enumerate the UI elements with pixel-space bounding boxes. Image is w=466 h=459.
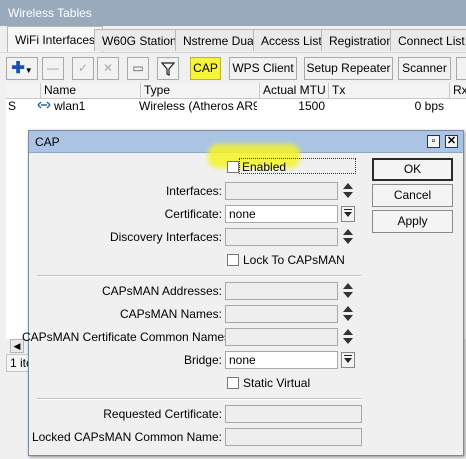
toolbar: ✚▼ — ✓ ✕ ▭ CAP WPS Client Setup Repeater… [0, 52, 466, 83]
capsman-addresses-updown-icon[interactable] [343, 282, 353, 300]
wps-client-button[interactable]: WPS Client [229, 57, 297, 80]
separator [37, 275, 361, 277]
capsman-names-field[interactable] [225, 305, 338, 323]
apply-button[interactable]: Apply [372, 210, 453, 233]
comment-button[interactable]: ▭ [127, 57, 149, 80]
add-button[interactable]: ✚▼ [6, 57, 38, 80]
capsman-names-updown-icon[interactable] [343, 305, 353, 323]
cancel-button[interactable]: Cancel [372, 184, 453, 207]
disable-button[interactable]: ✕ [97, 57, 119, 80]
column-header-rx[interactable]: Rx [449, 83, 466, 98]
static-virtual-checkbox[interactable] [227, 377, 239, 389]
column-header-tx[interactable]: Tx [328, 83, 449, 98]
window-title: Wireless Tables [0, 0, 466, 26]
tab-nstreme-dual[interactable]: Nstreme Dual [175, 29, 265, 51]
close-icon[interactable]: ✕ [445, 135, 458, 148]
column-header-type[interactable]: Type [140, 83, 259, 98]
tab-bar: WiFi Interfaces W60G Station Nstreme Dua… [0, 26, 466, 52]
row-tx: 0 bps [414, 99, 444, 113]
more-button[interactable] [456, 57, 466, 80]
row-actual-mtu: 1500 [298, 99, 325, 113]
capsman-names-label: CAPsMAN Names: [119, 307, 222, 321]
certificate-select[interactable]: none [225, 205, 338, 223]
maximize-icon[interactable]: ▫ [427, 135, 440, 148]
locked-capsman-cn-field [225, 428, 362, 446]
table-header: Name Type Actual MTU Tx Rx [6, 83, 466, 99]
certificate-dropdown-icon[interactable] [341, 206, 355, 222]
lock-to-capsman-checkbox[interactable] [227, 254, 239, 266]
plus-icon: ✚ [11, 60, 25, 77]
filter-icon [160, 62, 176, 76]
chevron-down-icon: ▼ [24, 66, 33, 75]
separator [37, 398, 361, 400]
remove-button[interactable]: — [42, 57, 64, 80]
table-row[interactable]: S wlan1 Wireless (Atheros AR9... 1500 0 … [6, 99, 466, 113]
interfaces-updown-icon[interactable] [343, 182, 353, 200]
column-header-name[interactable]: Name [40, 83, 140, 98]
capsman-addresses-field[interactable] [225, 282, 338, 300]
wireless-interface-icon [37, 99, 51, 113]
check-icon: ✓ [77, 61, 89, 75]
capsman-cert-cn-label: CAPsMAN Certificate Common Names: [22, 330, 234, 344]
flag-column-header[interactable] [6, 83, 40, 98]
bridge-label: Bridge: [183, 353, 222, 367]
enabled-label: Enabled [239, 158, 356, 174]
capsman-addresses-label: CAPsMAN Addresses: [101, 284, 222, 298]
interfaces-label: Interfaces: [165, 184, 222, 198]
cap-dialog: CAP ▫ ✕ Enabled Interfaces: Certificate:… [22, 130, 464, 456]
requested-certificate-field [225, 405, 362, 423]
setup-repeater-button[interactable]: Setup Repeater [304, 57, 393, 80]
ok-button[interactable]: OK [372, 158, 453, 181]
capsman-cert-cn-updown-icon[interactable] [343, 328, 353, 346]
discovery-interfaces-field[interactable] [225, 228, 338, 246]
row-flag: S [8, 99, 17, 113]
interfaces-field[interactable] [225, 182, 338, 200]
note-icon: ▭ [132, 61, 144, 75]
locked-capsman-cn-label: Locked CAPsMAN Common Name: [31, 430, 222, 444]
minus-icon: — [47, 61, 59, 75]
x-icon: ✕ [102, 61, 114, 75]
bridge-dropdown-icon[interactable] [341, 352, 355, 368]
requested-certificate-label: Requested Certificate: [103, 407, 222, 421]
discovery-updown-icon[interactable] [343, 228, 353, 246]
certificate-label: Certificate: [164, 207, 222, 221]
column-header-actual-mtu[interactable]: Actual MTU [259, 83, 328, 98]
tab-access-list[interactable]: Access List [253, 29, 330, 51]
scanner-button[interactable]: Scanner [398, 57, 451, 80]
cap-button[interactable]: CAP [190, 57, 221, 80]
row-type: Wireless (Atheros AR9... [139, 99, 257, 113]
enabled-checkbox[interactable] [227, 161, 239, 173]
tab-connect-list[interactable]: Connect List [390, 29, 466, 51]
discovery-interfaces-label: Discovery Interfaces: [109, 230, 222, 244]
tab-wifi-interfaces[interactable]: WiFi Interfaces [7, 26, 104, 52]
row-name: wlan1 [54, 99, 86, 113]
bridge-select[interactable]: none [225, 351, 338, 369]
enable-button[interactable]: ✓ [72, 57, 94, 80]
static-virtual-label: Static Virtual [243, 376, 311, 390]
filter-button[interactable] [157, 57, 179, 80]
capsman-cert-cn-field[interactable] [225, 328, 338, 346]
tab-w60g-station[interactable]: W60G Station [94, 29, 185, 51]
lock-to-capsman-label: Lock To CAPsMAN [243, 253, 345, 267]
